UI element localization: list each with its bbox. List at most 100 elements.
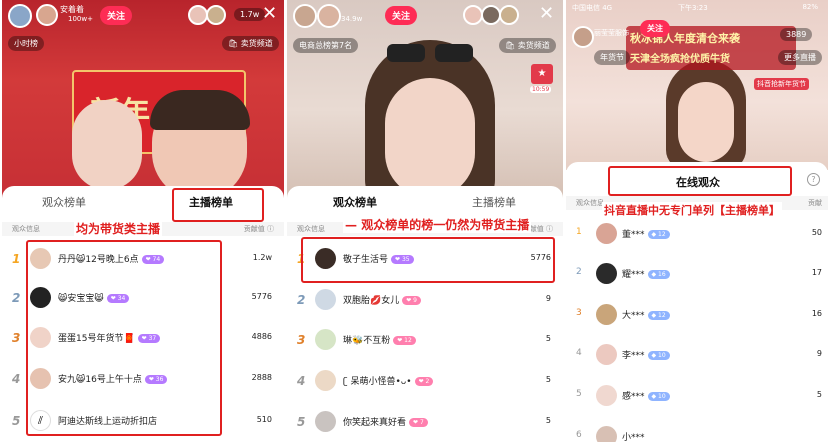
avatar bbox=[596, 223, 617, 244]
avatar bbox=[596, 263, 617, 284]
carrier: 中国电信 4G bbox=[572, 4, 613, 12]
shop-channel-button[interactable]: 🛍 卖货频道 bbox=[499, 38, 556, 53]
rank-number: 3 bbox=[576, 308, 582, 318]
row-score: 5 bbox=[545, 375, 551, 384]
row-score: 9 bbox=[816, 349, 822, 358]
rank-number: 3 bbox=[297, 333, 306, 347]
shop-channel-button[interactable]: 🛍 卖货频道 bbox=[222, 36, 279, 51]
row-name: 大*** ◆ 12 bbox=[622, 308, 670, 321]
level-badge: ◆ 10 bbox=[647, 351, 670, 360]
row-name: 耀*** ◆ 16 bbox=[622, 267, 670, 280]
rank-row[interactable]: 5 你笑起来真好看 ❤ 7 5 bbox=[287, 403, 563, 441]
row-score: 5 bbox=[545, 334, 551, 343]
live-panel-3: 秋冰锦人年度清仓来袭 天津全场疯抢优质牛货 抖音抢新年货节 中国电信 4G 下午… bbox=[566, 0, 828, 442]
annotation-note: 均为带货类主播 bbox=[74, 220, 163, 237]
shop-channel-label: 卖货频道 bbox=[517, 41, 550, 50]
list-item[interactable]: 5 感*** ◆ 10 5 bbox=[566, 377, 828, 415]
follow-button[interactable]: 关注 bbox=[100, 6, 133, 25]
live-panel-1: 新年 意 安着着 100w+ 关注 1.7w ✕ 小时榜 🛍 卖货频道 观众榜单… bbox=[2, 0, 284, 442]
row-name: 双胞胎💋女儿 ❤ 9 bbox=[343, 293, 421, 306]
top-bar: 安着着 100w+ 关注 1.7w ✕ bbox=[2, 0, 284, 30]
list-item[interactable]: 6 小*** bbox=[566, 418, 828, 442]
level-value: 10 bbox=[658, 393, 666, 400]
highlight-anchor-tab bbox=[172, 188, 264, 222]
host-name: 安着着 bbox=[60, 5, 84, 14]
hour-rank-badge[interactable]: 小时榜 bbox=[8, 36, 44, 51]
rank-number: 5 bbox=[297, 415, 306, 429]
host-avatar[interactable] bbox=[293, 4, 317, 28]
tab-anchor-rank[interactable]: 主播榜单 bbox=[472, 194, 516, 210]
viewer-avatar-1[interactable] bbox=[463, 5, 483, 25]
viewer-count[interactable]: 3889 bbox=[780, 28, 813, 41]
level-badge: ◆ 10 bbox=[647, 392, 670, 401]
host-avatar-2[interactable] bbox=[317, 4, 341, 28]
sunglasses-icon bbox=[387, 44, 473, 64]
host-hair-right bbox=[150, 90, 250, 130]
list-item[interactable]: 4 李*** ◆ 10 9 bbox=[566, 336, 828, 374]
level-value: 16 bbox=[658, 271, 666, 278]
viewer-avatar-2[interactable] bbox=[206, 5, 226, 25]
level-value: 12 bbox=[658, 231, 666, 238]
status-bar: 中国电信 4G 下午3:23 82% bbox=[566, 0, 828, 14]
rank-row[interactable]: 2 双胞胎💋女儿 ❤ 9 9 bbox=[287, 281, 563, 319]
viewer-count[interactable]: 1.7w bbox=[234, 8, 266, 21]
row-name: ʗ 呆萌小怪兽•ᴗ• ❤ 2 bbox=[343, 374, 434, 387]
top-bar: 34.9w 关注 ✕ bbox=[287, 0, 563, 30]
level-badge: ❤ 7 bbox=[409, 418, 428, 427]
rank-row[interactable]: 3 琳🐝不互粉 ❤ 12 5 bbox=[287, 321, 563, 359]
annotation-note: — 观众榜单的榜一仍然为带货主播 bbox=[343, 216, 532, 233]
row-name: 李*** ◆ 10 bbox=[622, 348, 670, 361]
more-live-button[interactable]: 更多直播 bbox=[778, 50, 822, 65]
list-item[interactable]: 1 董*** ◆ 12 50 bbox=[566, 215, 828, 253]
rank-number: 2 bbox=[297, 293, 306, 307]
rank-number: 5 bbox=[576, 389, 582, 399]
live-video-3: 秋冰锦人年度清仓来袭 天津全场疯抢优质牛货 抖音抢新年货节 bbox=[566, 0, 828, 170]
year-goods-badge[interactable]: 年货节 bbox=[594, 50, 630, 65]
tab-audience-rank[interactable]: 观众榜单 bbox=[42, 194, 86, 210]
list-item[interactable]: 3 大*** ◆ 12 16 bbox=[566, 296, 828, 334]
row-score: 5 bbox=[545, 416, 551, 425]
col-viewer-info: 观众信息 bbox=[576, 199, 604, 207]
avatar bbox=[596, 304, 617, 325]
level-value: 2 bbox=[425, 378, 430, 385]
follow-button[interactable]: 关注 bbox=[385, 6, 418, 25]
level-badge: ◆ 12 bbox=[647, 230, 670, 239]
host-avatar[interactable] bbox=[572, 26, 594, 48]
help-icon[interactable]: ? bbox=[807, 173, 820, 186]
row-score: 5776 bbox=[251, 292, 272, 301]
live-panel-2: ★ 10:59 34.9w 关注 ✕ 电商总榜第7名 🛍 卖货频道 观众榜单 主… bbox=[287, 0, 563, 442]
gift-timer: 10:59 bbox=[530, 86, 552, 93]
level-value: 10 bbox=[658, 352, 666, 359]
rank-number: 4 bbox=[297, 374, 306, 388]
gift-box-icon[interactable]: ★ bbox=[531, 64, 553, 84]
avatar bbox=[315, 411, 336, 432]
follow-button[interactable]: 关注 bbox=[640, 20, 670, 37]
row-name: 董*** ◆ 12 bbox=[622, 227, 670, 240]
level-badge: ◆ 16 bbox=[647, 270, 670, 279]
host-avatar-2[interactable] bbox=[36, 4, 58, 26]
avatar bbox=[596, 426, 617, 442]
rank-number: 5 bbox=[12, 414, 21, 428]
row-score: 1.2w bbox=[252, 253, 272, 262]
row-name-text: 感*** bbox=[622, 392, 645, 402]
list-item[interactable]: 2 耀*** ◆ 16 17 bbox=[566, 255, 828, 293]
host-avatar[interactable] bbox=[8, 4, 32, 28]
col-viewer-info: 观众信息 bbox=[297, 225, 325, 233]
clock: 下午3:23 bbox=[678, 4, 708, 12]
level-badge: ❤ 9 bbox=[402, 296, 421, 305]
viewer-avatar-1[interactable] bbox=[188, 5, 208, 25]
viewer-avatar-3[interactable] bbox=[499, 5, 519, 25]
host-face-left bbox=[72, 100, 142, 190]
row-name: 小*** bbox=[622, 433, 645, 442]
tab-audience-rank[interactable]: 观众榜单 bbox=[333, 194, 377, 210]
close-icon[interactable]: ✕ bbox=[262, 3, 277, 24]
close-icon[interactable]: ✕ bbox=[539, 3, 554, 24]
level-badge: ❤ 12 bbox=[393, 336, 416, 345]
rank-row[interactable]: 4 ʗ 呆萌小怪兽•ᴗ• ❤ 2 5 bbox=[287, 362, 563, 400]
rank-number: 4 bbox=[12, 372, 21, 386]
level-value: 12 bbox=[404, 337, 412, 344]
viewer-avatar-2[interactable] bbox=[481, 5, 501, 25]
row-score: 2888 bbox=[251, 373, 272, 382]
row-name-text: 双胞胎💋女儿 bbox=[343, 296, 400, 306]
ecommerce-rank-badge[interactable]: 电商总榜第7名 bbox=[293, 38, 359, 53]
